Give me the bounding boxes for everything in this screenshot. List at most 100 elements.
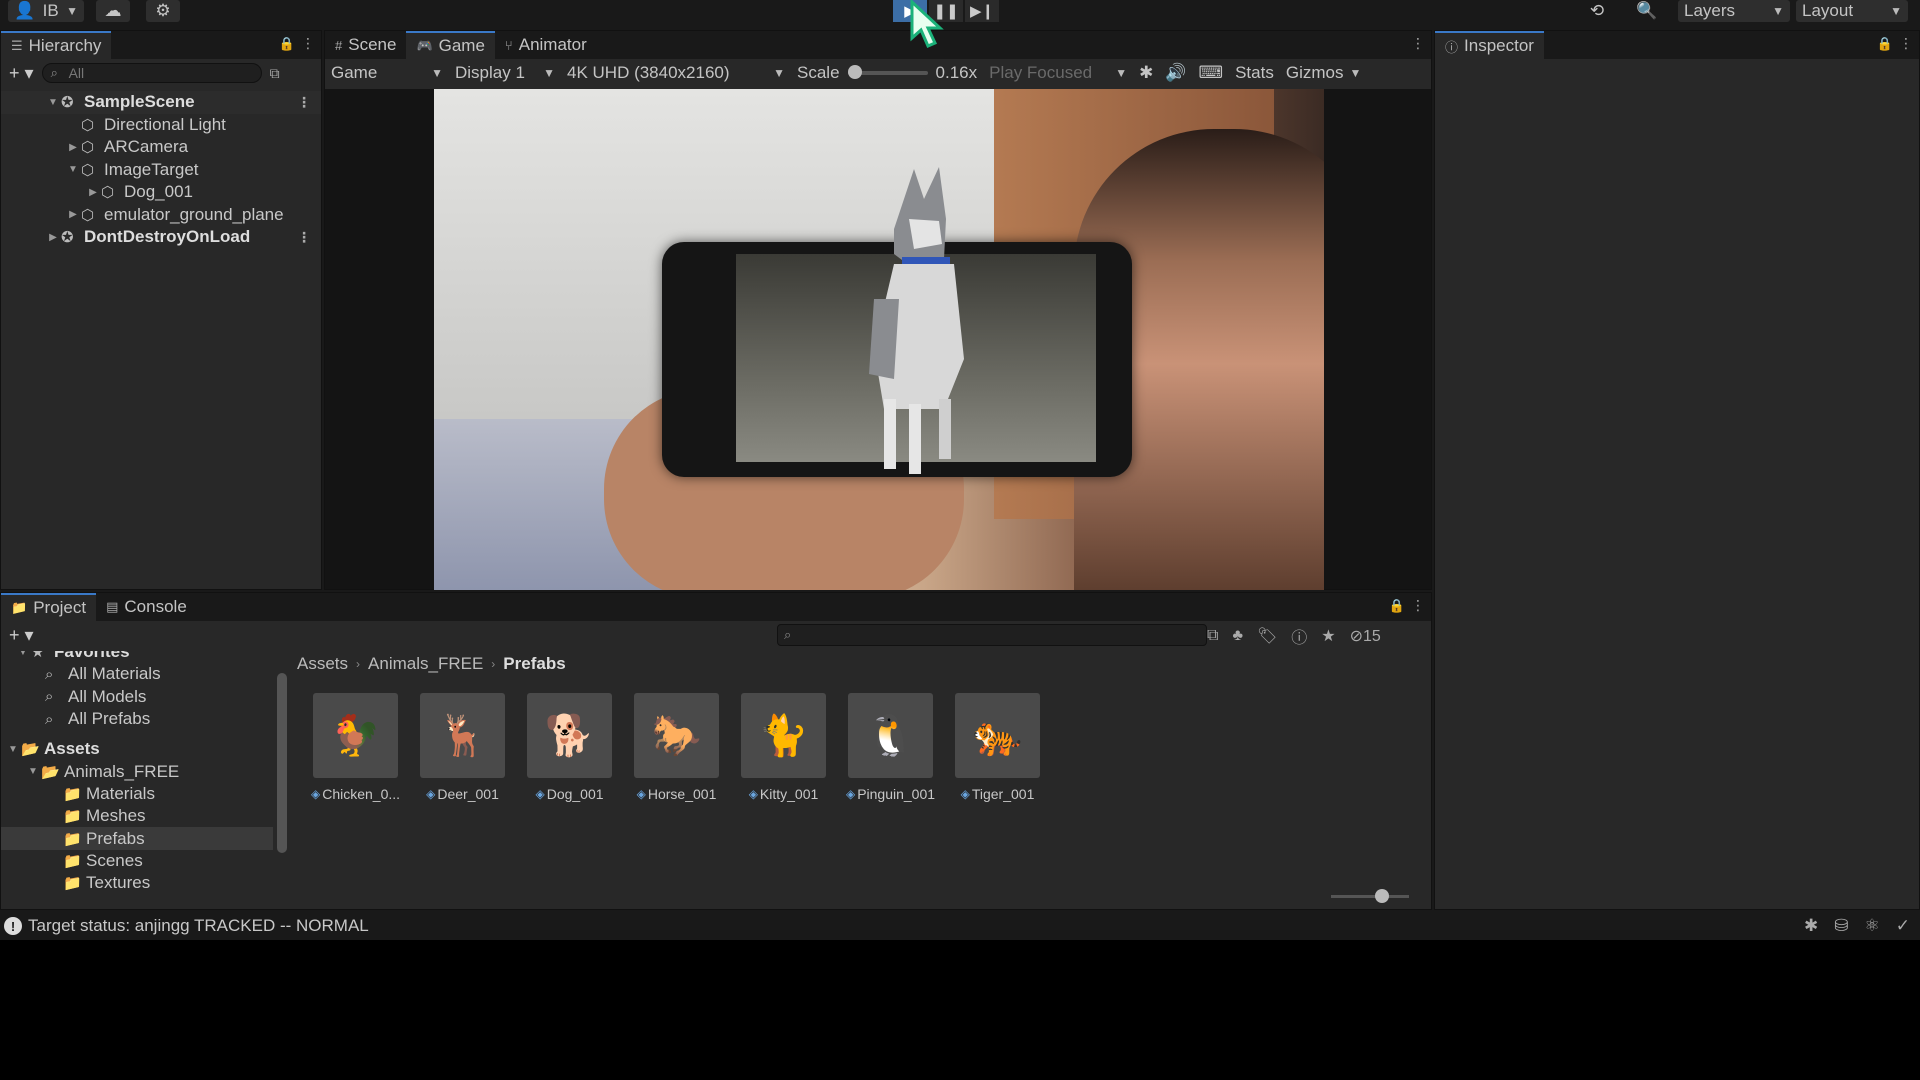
asset-grid: 🐓 ◈ Chicken_0... 🦌 ◈ Deer_001 🐕 ◈ Dog_001 🐎… [311,693,1040,802]
project-tree-scrollbar[interactable] [277,653,287,909]
expand-arrow-icon[interactable]: ▶ [85,187,101,198]
network-icon[interactable]: ⚛ [1865,916,1880,936]
view-mode-dropdown[interactable]: Game ▼ [325,60,449,86]
expand-arrow-icon[interactable]: ▼ [25,766,41,777]
cache-icon[interactable]: ⛁ [1834,916,1848,936]
tag-icon[interactable]: 🏷 [1257,626,1277,646]
tree-item-meshes[interactable]: 📁 Meshes [1,805,273,827]
scale-slider[interactable] [847,65,928,79]
panel-menu-icon[interactable]: ⋮ [1899,35,1913,52]
tab-scene[interactable]: # Scene [325,31,406,59]
tab-hierarchy[interactable]: ☰ Hierarchy [1,31,112,59]
expand-arrow-icon[interactable]: ▼ [5,744,21,755]
tree-item-materials[interactable]: 📁 Materials [1,783,273,805]
services-button[interactable]: ⚙ [146,0,180,22]
tree-item-all-materials[interactable]: ⌕ All Materials [1,663,273,685]
tree-item-dontdestroyonload[interactable]: ▶ ✪ DontDestroyOnLoad ⋮ [1,226,321,249]
tree-item-assets[interactable]: ▼ 📂 Assets [1,738,273,760]
asset-item[interactable]: 🐎 ◈ Horse_001 [634,693,719,802]
check-icon[interactable]: ✓ [1896,916,1910,936]
slider-knob[interactable] [1375,889,1389,903]
bug-icon[interactable]: ✱ [1804,916,1818,936]
mute-toggle[interactable]: ✱ [1133,60,1159,86]
tree-item-label: Scenes [86,850,143,870]
star-icon[interactable]: ★ [1321,626,1335,646]
gizmos-dropdown[interactable]: Gizmos ▼ [1280,60,1368,86]
tree-item-imagetarget[interactable]: ▼ ⬡ ImageTarget [1,159,321,182]
tree-item-dog-001[interactable]: ▶ ⬡ Dog_001 [1,181,321,204]
more-icon[interactable]: ⋮ [297,229,311,246]
breadcrumb-item[interactable]: Animals_FREE [368,654,483,674]
resolution-dropdown[interactable]: 4K UHD (3840x2160) ▼ [561,60,791,86]
expand-arrow-icon[interactable]: ▼ [45,97,61,108]
create-button[interactable]: + ▾ [9,625,34,646]
tree-item-emulator-ground-plane[interactable]: ▶ ⬡ emulator_ground_plane [1,204,321,227]
asset-item[interactable]: 🐧 ◈ Pinguin_001 [846,693,935,802]
tab-inspector[interactable]: ⓘ Inspector [1435,31,1544,59]
tree-item-arcamera[interactable]: ▶ ⬡ ARCamera [1,136,321,159]
breadcrumb-item[interactable]: Prefabs [503,654,565,674]
tree-item-all-models[interactable]: ⌕ All Models [1,686,273,708]
tree-item-all-prefabs[interactable]: ⌕ All Prefabs [1,708,273,730]
tab-label: Console [124,597,187,616]
gameobject-icon: ⬡ [81,139,95,157]
more-icon[interactable]: ⋮ [297,94,311,111]
tree-item-scenes[interactable]: 📁 Scenes [1,850,273,872]
hierarchy-tree: ▼ ✪ SampleScene ⋮ ⬡ Directional Light ▶ … [1,91,321,249]
add-button[interactable]: + ▾ [9,63,34,84]
thumbnail-size-slider[interactable] [1331,889,1409,903]
scrollbar-thumb[interactable] [277,673,287,853]
tab-console[interactable]: ▤ Console [96,593,197,621]
hierarchy-search-input[interactable]: ⌕ All [41,63,262,83]
panel-menu-icon[interactable]: ⋮ [301,35,315,52]
account-dropdown[interactable]: 👤 IB ▼ [8,0,84,22]
hidden-packages-button[interactable]: ⊘15 [1350,626,1381,646]
asset-item[interactable]: 🐈 ◈ Kitty_001 [741,693,826,802]
step-button[interactable]: ▶❙ [965,0,999,22]
tab-animator[interactable]: ⑂ Animator [495,31,597,59]
layout-dropdown[interactable]: Layout ▼ [1796,0,1908,22]
tree-item-samplescene[interactable]: ▼ ✪ SampleScene ⋮ [1,91,321,114]
search-options-icon[interactable]: ⧉ [270,65,280,82]
tree-item-prefabs[interactable]: 📁 Prefabs [1,827,273,850]
layers-dropdown[interactable]: Layers ▼ [1678,0,1790,22]
chevron-down-icon: ▼ [543,66,555,80]
tree-item-textures[interactable]: 📁 Textures [1,872,273,894]
expand-arrow-icon[interactable]: ▼ [65,164,81,175]
project-search-input[interactable]: ⌕ [777,624,1207,646]
panel-menu-icon[interactable]: ⋮ [1411,597,1425,614]
audio-toggle[interactable]: 🔊 [1159,60,1192,86]
filter-by-label-icon[interactable]: ♣ [1232,627,1243,645]
tab-project[interactable]: 📁 Project [1,593,97,621]
panel-menu-icon[interactable]: ⋮ [1411,35,1425,52]
undo-history-button[interactable]: ⟲ [1580,0,1614,22]
expand-arrow-icon[interactable]: ▶ [45,232,61,243]
breadcrumb-item[interactable]: Assets [297,654,348,674]
expand-arrow-icon[interactable]: ▶ [65,142,81,153]
asset-item[interactable]: 🦌 ◈ Deer_001 [420,693,505,802]
asset-item[interactable]: 🐕 ◈ Dog_001 [527,693,612,802]
slider-knob[interactable] [847,65,862,79]
keyboard-toggle[interactable]: ⌨ [1193,60,1230,86]
display-dropdown[interactable]: Display 1 ▼ [449,60,561,86]
info-icon[interactable]: ⓘ [1291,624,1307,648]
stats-button[interactable]: Stats [1229,60,1280,86]
expand-arrow-icon[interactable]: ▶ [65,209,81,220]
lock-icon[interactable]: 🔒 [279,36,295,52]
tree-item-favorites[interactable]: ▼ ★ Favorites [1,651,273,663]
tree-item-animals-free[interactable]: ▼ 📂 Animals_FREE [1,760,273,782]
search-button[interactable]: 🔍 [1630,0,1664,22]
lock-icon[interactable]: 🔒 [1877,36,1893,52]
asset-item[interactable]: 🐅 ◈ Tiger_001 [955,693,1040,802]
tree-item-directional-light[interactable]: ⬡ Directional Light [1,114,321,137]
lock-icon[interactable]: 🔒 [1389,598,1405,614]
expand-arrow-icon[interactable]: ▼ [15,651,31,658]
play-mode-dropdown[interactable]: Play Focused ▼ [983,60,1133,86]
tab-game[interactable]: 🎮 Game [406,31,495,59]
status-message[interactable]: Target status: anjingg TRACKED -- NORMAL [28,916,369,936]
game-viewport[interactable] [325,89,1431,590]
search-by-type-icon[interactable]: ⧉ [1207,627,1218,645]
cloud-button[interactable]: ☁ [96,0,130,22]
tree-item-label: Favorites [54,651,130,662]
asset-item[interactable]: 🐓 ◈ Chicken_0... [311,693,400,802]
